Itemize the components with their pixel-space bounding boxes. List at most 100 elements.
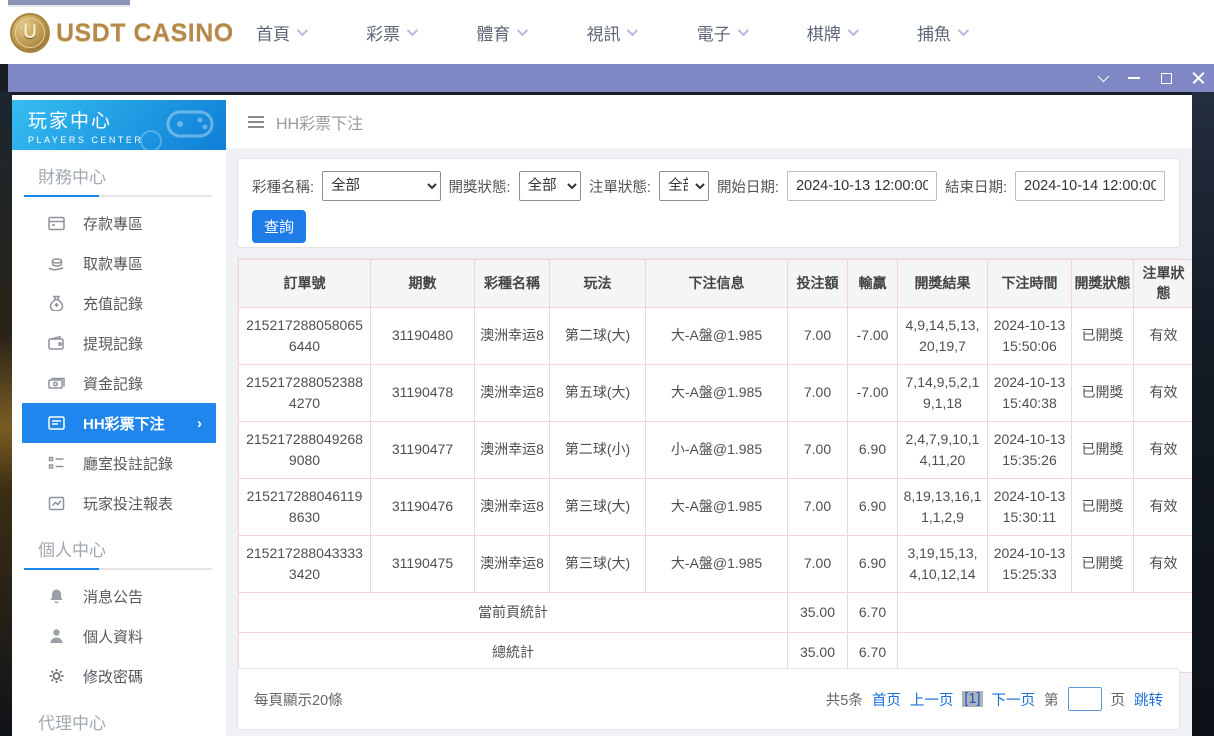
sidebar-item-label: 廳室投註記錄: [83, 453, 173, 474]
nav-item-lottery[interactable]: 彩票: [366, 20, 415, 45]
col-lottery-name: 彩種名稱: [475, 260, 550, 308]
usdt-coin-icon: U: [10, 13, 50, 53]
start-date-input[interactable]: [787, 171, 937, 201]
sidebar-item-funds-record[interactable]: 資金記錄: [12, 363, 226, 403]
prev-page-link[interactable]: 上一页: [910, 689, 954, 710]
col-order-id: 訂單號: [239, 260, 371, 308]
col-draw-status: 開獎狀態: [1072, 260, 1134, 308]
page-summary-label: 當前頁統計: [239, 592, 788, 632]
chevron-down-icon: [958, 25, 969, 36]
user-icon: [48, 628, 65, 644]
sidebar-item-label: 消息公告: [83, 586, 143, 607]
table-row: 215217288046119863031190476澳洲幸运8第三球(大)大-…: [239, 478, 1193, 535]
sidebar-item-label: 充值記錄: [83, 293, 143, 314]
chevron-down-icon: [848, 25, 859, 36]
table-header-row: 訂單號 期數 彩種名稱 玩法 下注信息 投注額 輸贏 開獎結果 下注時間 開獎狀…: [239, 260, 1193, 308]
browser-tab-stub[interactable]: [8, 0, 130, 7]
sidebar-item-label: 取款專區: [83, 253, 143, 274]
pagination: 共5条 首页 上一页 [1] 下一页 第 页 跳转: [826, 687, 1163, 711]
grand-summary-row: 總統計 35.00 6.70: [239, 632, 1193, 672]
nav-label: 體育: [476, 20, 510, 45]
sidebar-item-label: 玩家投注報表: [83, 493, 173, 514]
nav-label: 首頁: [256, 20, 290, 45]
search-button[interactable]: 查詢: [252, 210, 306, 243]
sidebar-item-label: 資金記錄: [83, 373, 143, 394]
nav-item-fishing[interactable]: 捕魚: [917, 20, 966, 45]
table-row: 215217288052388427031190478澳洲幸运8第五球(大)大-…: [239, 364, 1193, 421]
section-divider: [24, 195, 212, 197]
sidebar-item-player-bet-report[interactable]: 玩家投注報表: [12, 483, 226, 523]
nav-label: 視訊: [586, 20, 620, 45]
sidebar-item-label: 提現記錄: [83, 333, 143, 354]
logo-text: USDT CASINO: [56, 19, 234, 48]
sidebar-item-hh-lottery-bets[interactable]: HH彩票下注 ›: [22, 403, 216, 443]
jump-prefix-text: 第: [1044, 689, 1059, 710]
site-logo[interactable]: U USDT CASINO: [10, 13, 234, 53]
chevron-down-icon: [407, 25, 418, 36]
top-navigation: 首頁 彩票 體育 視訊 電子 棋牌 捕魚: [256, 0, 966, 64]
money-bag-icon: [48, 295, 65, 311]
page-summary-winloss: 6.70: [848, 592, 898, 632]
chevron-down-icon: [627, 25, 638, 36]
page-title: HH彩票下注: [276, 110, 363, 134]
chevron-down-icon: [737, 25, 748, 36]
filter-panel: 彩種名稱: 全部 開獎狀態: 全部 注單狀態: 全部 開始日期: 結束日期: 查…: [237, 158, 1180, 248]
col-bet-time: 下注時間: [988, 260, 1072, 308]
sidebar-item-recharge-record[interactable]: 充值記錄: [12, 283, 226, 323]
chevron-down-icon: [1098, 71, 1109, 82]
sidebar-item-profile[interactable]: 個人資料: [12, 616, 226, 656]
main-content: HH彩票下注 彩種名稱: 全部 開獎狀態: 全部 注單狀態: 全部 開始日期: …: [226, 95, 1192, 736]
start-date-label: 開始日期:: [717, 176, 779, 197]
jump-button[interactable]: 跳转: [1134, 689, 1163, 710]
col-win-loss: 輸贏: [848, 260, 898, 308]
bets-table: 訂單號 期數 彩種名稱 玩法 下注信息 投注額 輸贏 開獎結果 下注時間 開獎狀…: [238, 259, 1192, 673]
nav-item-slots[interactable]: 電子: [697, 20, 746, 45]
col-bet-amount: 投注額: [788, 260, 848, 308]
draw-status-label: 開獎狀態:: [449, 176, 511, 197]
browser-header: U USDT CASINO 首頁 彩票 體育 視訊 電子 棋牌 捕魚: [0, 0, 1214, 64]
grand-summary-winloss: 6.70: [848, 632, 898, 672]
gear-icon: [48, 668, 65, 684]
sidebar-item-label: 個人資料: [83, 626, 143, 647]
first-page-link[interactable]: 首页: [872, 689, 901, 710]
window-collapse-button[interactable]: [1086, 64, 1118, 92]
hand-coins-icon: [48, 256, 65, 271]
col-play-type: 玩法: [550, 260, 646, 308]
next-page-link[interactable]: 下一页: [992, 689, 1036, 710]
nav-item-live[interactable]: 視訊: [586, 20, 635, 45]
order-status-select[interactable]: 全部: [659, 171, 709, 201]
nav-item-home[interactable]: 首頁: [256, 20, 305, 45]
page-jump-input[interactable]: [1068, 687, 1102, 711]
draw-status-select[interactable]: 全部: [519, 171, 581, 201]
nav-label: 捕魚: [917, 20, 951, 45]
background-art-left: [0, 92, 12, 736]
window-close-button[interactable]: [1182, 64, 1214, 92]
sidebar-item-withdrawal-record[interactable]: 提現記錄: [12, 323, 226, 363]
maximize-icon: [1161, 73, 1172, 84]
pagination-bar: 每頁顯示20條 共5条 首页 上一页 [1] 下一页 第 页 跳转: [237, 668, 1180, 730]
nav-item-cards[interactable]: 棋牌: [807, 20, 856, 45]
breadcrumb: HH彩票下注: [226, 95, 1192, 148]
sidebar-item-announcements[interactable]: 消息公告: [12, 576, 226, 616]
current-page-indicator[interactable]: [1]: [962, 691, 982, 707]
gamepad-icon: [164, 104, 216, 140]
page-summary-row: 當前頁統計 35.00 6.70: [239, 592, 1193, 632]
lottery-name-label: 彩種名稱:: [252, 176, 314, 197]
window-minimize-button[interactable]: [1118, 64, 1150, 92]
sidebar-item-withdraw[interactable]: 取款專區: [12, 243, 226, 283]
nav-label: 電子: [697, 20, 731, 45]
total-count-text: 共5条: [826, 689, 863, 710]
window-maximize-button[interactable]: [1150, 64, 1182, 92]
sidebar-item-room-bet-record[interactable]: 廳室投註記錄: [12, 443, 226, 483]
menu-toggle-icon[interactable]: [248, 116, 264, 128]
sidebar-item-deposit[interactable]: 存款專區: [12, 203, 226, 243]
grand-summary-bet: 35.00: [788, 632, 848, 672]
end-date-label: 結束日期:: [945, 176, 1007, 197]
close-icon: [1192, 72, 1205, 85]
page-summary-bet: 35.00: [788, 592, 848, 632]
nav-item-sports[interactable]: 體育: [476, 20, 525, 45]
background-art-right: [1192, 92, 1214, 736]
lottery-name-select[interactable]: 全部: [322, 171, 441, 201]
end-date-input[interactable]: [1015, 171, 1165, 201]
sidebar-item-change-password[interactable]: 修改密碼: [12, 656, 226, 696]
